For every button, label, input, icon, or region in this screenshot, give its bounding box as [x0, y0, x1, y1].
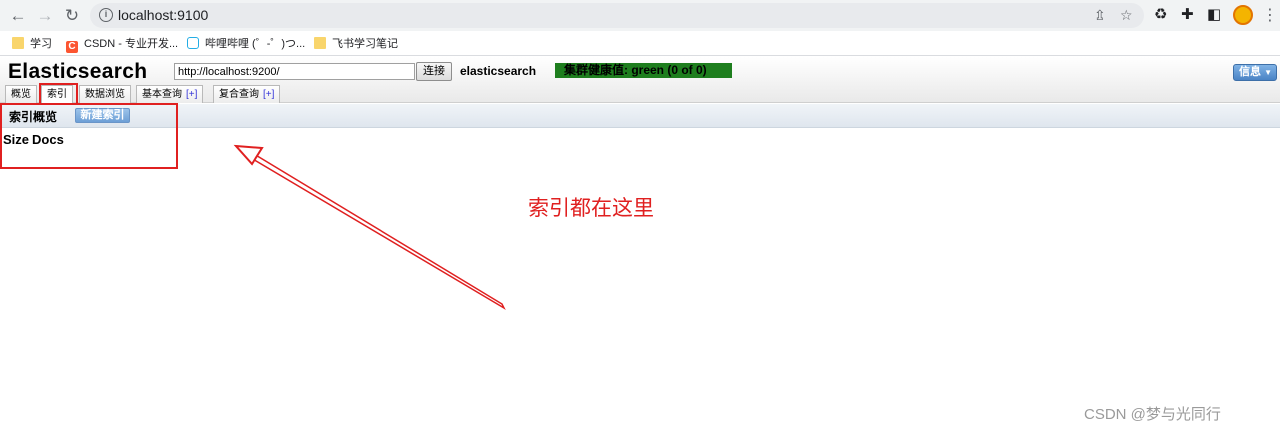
csdn-watermark: CSDN @梦与光同行	[1084, 406, 1221, 423]
arrow-head	[233, 144, 264, 166]
annotation-text: 索引都在这里	[528, 197, 654, 220]
arrow-shaft	[244, 150, 506, 310]
